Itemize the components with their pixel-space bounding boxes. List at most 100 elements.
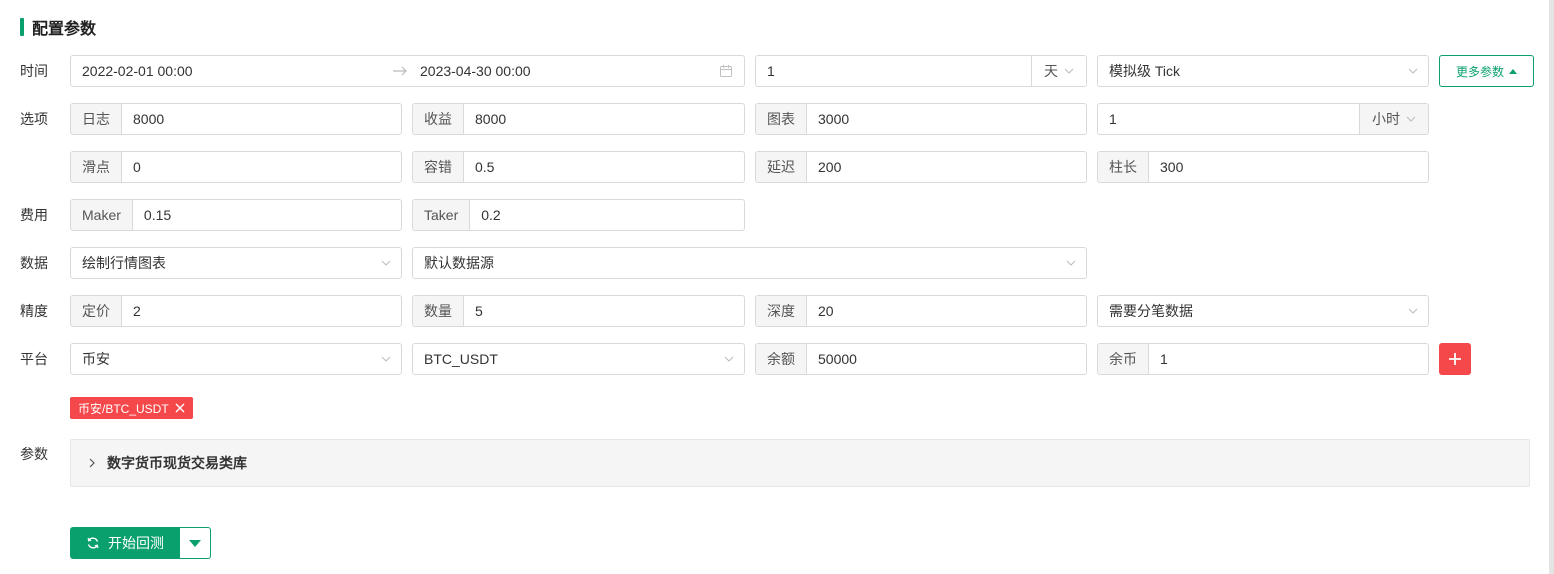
start-backtest-dropdown[interactable] — [180, 527, 211, 559]
period-unit-label: 天 — [1044, 63, 1058, 79]
bar-length-input[interactable]: 300 — [1149, 152, 1428, 182]
balance-input[interactable]: 50000 — [807, 344, 1086, 374]
section-accent-bar — [20, 18, 24, 36]
coin-label: 余币 — [1098, 344, 1149, 374]
start-backtest-split-button: 开始回测 — [70, 527, 211, 559]
scrollbar[interactable] — [1549, 0, 1554, 574]
delay-label: 延迟 — [756, 152, 807, 182]
interval-value-input[interactable]: 1 — [1098, 104, 1359, 134]
period-unit-select[interactable]: 天 — [1031, 56, 1086, 86]
data-source-select[interactable]: 默认数据源 — [412, 247, 1087, 279]
amount-label: 数量 — [413, 296, 464, 326]
exchange-value: 币安 — [82, 351, 110, 367]
taker-fee-input-group[interactable]: Taker 0.2 — [412, 199, 745, 231]
exchange-select[interactable]: 币安 — [70, 343, 402, 375]
chevron-down-icon — [371, 248, 401, 278]
price-label: 定价 — [71, 296, 122, 326]
mode-select[interactable]: 模拟级 Tick — [1097, 55, 1429, 87]
delay-input-group[interactable]: 延迟 200 — [755, 151, 1087, 183]
chevron-down-icon — [1064, 66, 1074, 76]
row-label-platform: 平台 — [20, 351, 48, 367]
period-value-input[interactable]: 1 — [756, 56, 1031, 86]
coin-input[interactable]: 1 — [1149, 344, 1428, 374]
interval-unit-select[interactable]: 小时 — [1359, 104, 1428, 134]
more-params-label: 更多参数 — [1455, 64, 1504, 79]
pair-select[interactable]: BTC_USDT — [412, 343, 745, 375]
section-title: 配置参数 — [32, 21, 97, 38]
taker-label: Taker — [413, 200, 471, 230]
depth-input-group[interactable]: 深度 20 — [755, 295, 1087, 327]
maker-fee-input[interactable]: 0.15 — [133, 200, 401, 230]
tick-data-value: 需要分笔数据 — [1109, 303, 1193, 319]
library-title: 数字货币现货交易类库 — [107, 455, 247, 471]
depth-label: 深度 — [756, 296, 807, 326]
row-label-fees: 费用 — [20, 207, 48, 223]
caret-down-icon — [189, 539, 201, 547]
delay-input[interactable]: 200 — [807, 152, 1086, 182]
bar-length-input-group[interactable]: 柱长 300 — [1097, 151, 1429, 183]
coin-input-group[interactable]: 余币 1 — [1097, 343, 1429, 375]
section-header: 配置参数 — [20, 16, 96, 38]
range-arrow-icon — [382, 56, 418, 86]
amount-precision-input[interactable]: 5 — [464, 296, 744, 326]
chevron-down-icon — [1056, 248, 1086, 278]
depth-input[interactable]: 20 — [807, 296, 1086, 326]
log-label: 日志 — [71, 104, 122, 134]
close-icon[interactable] — [175, 403, 185, 413]
profit-label: 收益 — [413, 104, 464, 134]
profit-input[interactable]: 8000 — [464, 104, 744, 134]
chart-input[interactable]: 3000 — [807, 104, 1086, 134]
chevron-down-icon — [1398, 56, 1428, 86]
slippage-input[interactable]: 0 — [122, 152, 401, 182]
price-precision-input[interactable]: 2 — [122, 296, 401, 326]
interval-unit-label: 小时 — [1372, 111, 1400, 127]
balance-input-group[interactable]: 余额 50000 — [755, 343, 1087, 375]
row-label-time: 时间 — [20, 63, 48, 79]
data-source-value: 默认数据源 — [424, 255, 494, 271]
start-date-input[interactable]: 2022-02-01 00:00 — [71, 56, 382, 86]
maker-fee-input-group[interactable]: Maker 0.15 — [70, 199, 402, 231]
log-input-group[interactable]: 日志 8000 — [70, 103, 402, 135]
interval-input-group[interactable]: 1 小时 — [1097, 103, 1429, 135]
tolerance-input-group[interactable]: 容错 0.5 — [412, 151, 745, 183]
library-collapse-panel[interactable]: 数字货币现货交易类库 — [70, 439, 1530, 487]
pair-value: BTC_USDT — [424, 351, 498, 367]
more-params-button[interactable]: 更多参数 — [1439, 55, 1534, 87]
chart-draw-value: 绘制行情图表 — [82, 255, 166, 271]
start-backtest-button[interactable]: 开始回测 — [70, 527, 180, 559]
price-precision-group[interactable]: 定价 2 — [70, 295, 402, 327]
tick-data-select[interactable]: 需要分笔数据 — [1097, 295, 1429, 327]
balance-label: 余额 — [756, 344, 807, 374]
start-backtest-label: 开始回测 — [108, 535, 164, 551]
date-range-picker[interactable]: 2022-02-01 00:00 2023-04-30 00:00 — [70, 55, 745, 87]
refresh-icon — [87, 537, 99, 549]
platform-tag-label: 币安/BTC_USDT — [78, 401, 169, 416]
row-label-params: 参数 — [20, 446, 48, 462]
chart-input-group[interactable]: 图表 3000 — [755, 103, 1087, 135]
row-label-options: 选项 — [20, 111, 48, 127]
slippage-label: 滑点 — [71, 152, 122, 182]
bar-length-label: 柱长 — [1098, 152, 1149, 182]
slippage-input-group[interactable]: 滑点 0 — [70, 151, 402, 183]
maker-label: Maker — [71, 200, 133, 230]
row-label-precision: 精度 — [20, 303, 48, 319]
chevron-down-icon — [1406, 114, 1416, 124]
chevron-down-icon — [1398, 296, 1428, 326]
row-label-data: 数据 — [20, 255, 48, 271]
log-input[interactable]: 8000 — [122, 104, 401, 134]
taker-fee-input[interactable]: 0.2 — [470, 200, 744, 230]
tolerance-input[interactable]: 0.5 — [464, 152, 744, 182]
amount-precision-group[interactable]: 数量 5 — [412, 295, 745, 327]
tolerance-label: 容错 — [413, 152, 464, 182]
calendar-icon[interactable] — [708, 56, 744, 86]
end-date-input[interactable]: 2023-04-30 00:00 — [418, 56, 708, 86]
platform-tag: 币安/BTC_USDT — [70, 397, 193, 419]
chart-draw-select[interactable]: 绘制行情图表 — [70, 247, 402, 279]
period-input-group[interactable]: 1 天 — [755, 55, 1087, 87]
profit-input-group[interactable]: 收益 8000 — [412, 103, 745, 135]
chevron-right-icon — [87, 455, 97, 471]
caret-up-icon — [1509, 68, 1517, 74]
add-platform-button[interactable] — [1439, 343, 1471, 375]
chevron-down-icon — [371, 344, 401, 374]
chevron-down-icon — [714, 344, 744, 374]
